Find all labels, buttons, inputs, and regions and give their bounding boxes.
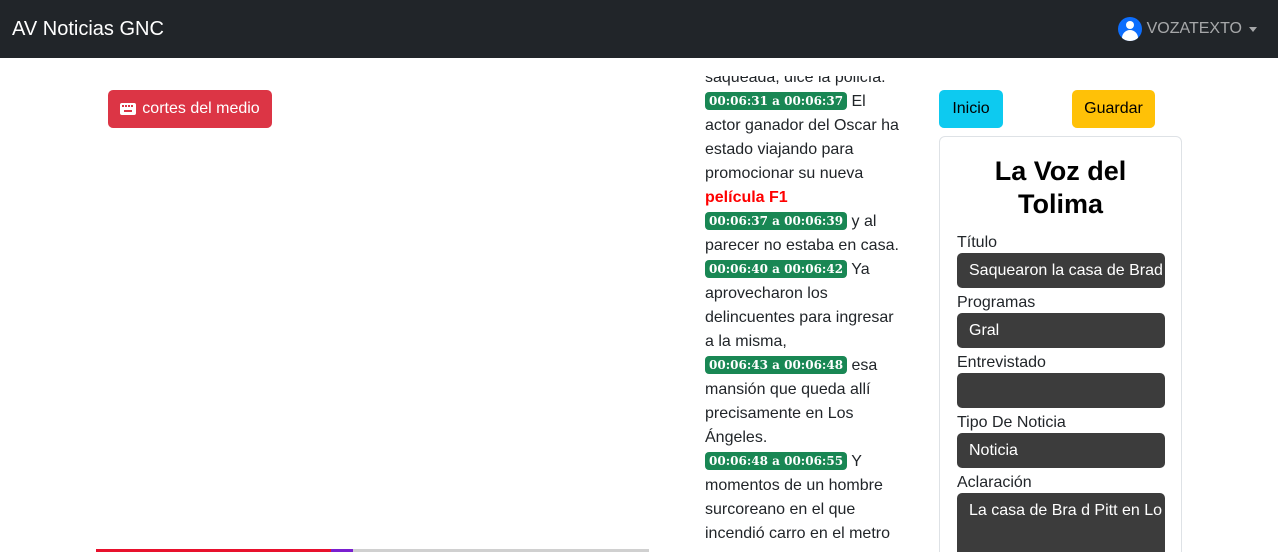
transcript-panel[interactable]: saqueada, dice la policía. 00:06:31 a 00… [705,76,900,552]
user-menu-dropdown[interactable]: VOZATEXTO [1117,17,1257,41]
timestamp-badge[interactable]: 00:06:37 a 00:06:39 [705,212,848,230]
tipo-de-noticia-field[interactable]: Noticia [957,433,1165,468]
entrevistado-label: Entrevistado [957,354,1046,371]
keyboard-icon [120,103,137,115]
app-brand[interactable]: AV Noticias GNC [12,18,164,41]
aclaracion-label: Aclaración [957,474,1032,491]
form-title: La Voz del Tolima [994,156,1127,219]
aclaracion-textarea[interactable]: La casa de Bra d Pitt en Lo [957,493,1165,552]
guardar-button[interactable]: Guardar [1072,90,1155,128]
cortes-del-medio-button[interactable]: cortes del medio [108,90,272,128]
timestamp-badge[interactable]: 00:06:31 a 00:06:37 [705,92,848,110]
titulo-field[interactable]: Saquearon la casa de Brad [957,253,1165,288]
programas-label: Programas [957,294,1036,311]
top-navbar: AV Noticias GNC VOZATEXTO [0,0,1278,58]
programas-field[interactable]: Gral [957,313,1165,348]
entrevistado-field[interactable] [957,373,1165,408]
caret-down-icon [1249,26,1257,32]
transcript-lead-text: saqueada, dice la policía. [705,76,886,86]
tipo-de-noticia-label: Tipo De Noticia [957,414,1066,431]
highlighted-keyword: película F1 [705,189,788,206]
inicio-button[interactable]: Inicio [939,90,1003,128]
cortes-button-label: cortes del medio [142,100,260,117]
timestamp-badge[interactable]: 00:06:48 a 00:06:55 [705,452,848,470]
titulo-label: Título [957,234,998,251]
timestamp-badge[interactable]: 00:06:43 a 00:06:48 [705,356,848,374]
news-form-card: La Voz del Tolima Título Saquearon la ca… [939,136,1182,552]
user-name: VOZATEXTO [1146,20,1242,37]
timestamp-badge[interactable]: 00:06:40 a 00:06:42 [705,260,848,278]
person-circle-icon [1117,17,1142,41]
